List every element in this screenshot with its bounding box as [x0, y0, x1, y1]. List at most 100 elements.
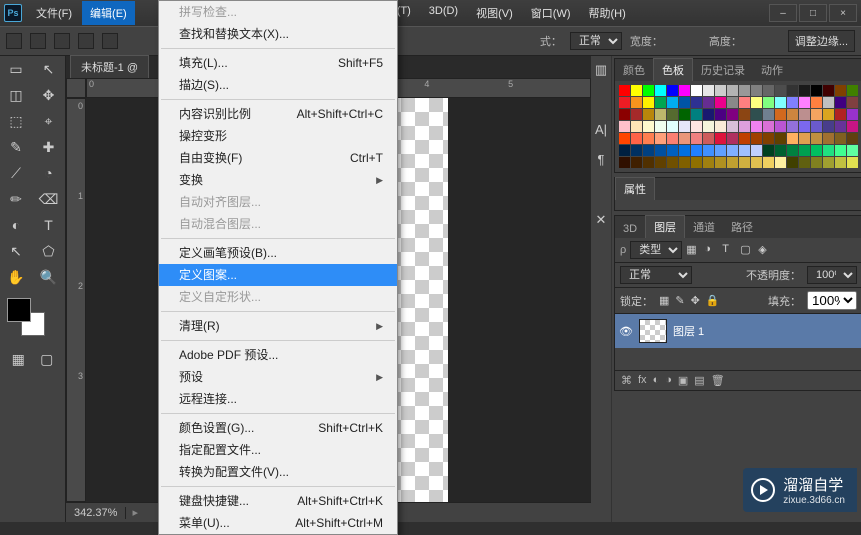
lock-move-icon[interactable]: ✥ [691, 294, 700, 307]
swatch[interactable] [799, 145, 810, 156]
swatch[interactable] [727, 109, 738, 120]
swatch[interactable] [835, 85, 846, 96]
swatch[interactable] [667, 109, 678, 120]
swatch[interactable] [715, 157, 726, 168]
swatch[interactable] [847, 145, 858, 156]
fx-icon[interactable]: fx [638, 374, 647, 387]
swatch[interactable] [787, 145, 798, 156]
swatch[interactable] [775, 133, 786, 144]
new-layer-icon[interactable]: ▤ [694, 374, 704, 387]
swatch[interactable] [715, 85, 726, 96]
swatch[interactable] [643, 97, 654, 108]
fill-value[interactable]: 100% [807, 291, 857, 310]
blend-mode-select[interactable]: 正常 [620, 266, 692, 284]
swatch[interactable] [835, 97, 846, 108]
color-swatches[interactable] [3, 294, 63, 338]
opt-icon-2[interactable] [54, 33, 70, 49]
strip-icon-1[interactable]: ▥ [591, 62, 611, 82]
swatch[interactable] [667, 97, 678, 108]
swatch[interactable] [847, 109, 858, 120]
swatch[interactable] [715, 121, 726, 132]
swatch[interactable] [643, 109, 654, 120]
swatch[interactable] [763, 97, 774, 108]
filter-kind-select[interactable]: 类型 [630, 241, 682, 259]
swatch[interactable] [631, 97, 642, 108]
tab-swatches[interactable]: 色板 [653, 58, 693, 81]
opt-icon-4[interactable] [102, 33, 118, 49]
opt-icon-1[interactable] [30, 33, 46, 49]
swatch[interactable] [727, 133, 738, 144]
menu-item[interactable]: 预设 [159, 366, 397, 388]
swatch[interactable] [799, 133, 810, 144]
swatch[interactable] [811, 157, 822, 168]
swatch[interactable] [715, 133, 726, 144]
menu-item[interactable]: 自由变换(F)Ctrl+T [159, 147, 397, 169]
tool-5[interactable]: ⌖ [33, 108, 65, 134]
swatch[interactable] [763, 133, 774, 144]
swatch[interactable] [655, 157, 666, 168]
character-icon[interactable]: A| [591, 122, 611, 142]
swatch[interactable] [739, 145, 750, 156]
swatch[interactable] [763, 157, 774, 168]
tool-11[interactable]: ⌫ [33, 186, 65, 212]
swatch[interactable] [631, 145, 642, 156]
swatch[interactable] [799, 121, 810, 132]
swatch[interactable] [631, 133, 642, 144]
swatch[interactable] [775, 145, 786, 156]
swatch[interactable] [655, 97, 666, 108]
swatch[interactable] [643, 85, 654, 96]
menu-item[interactable]: 定义画笔预设(B)... [159, 242, 397, 264]
swatch[interactable] [619, 133, 630, 144]
swatch-grid[interactable] [615, 81, 861, 172]
swatch[interactable] [787, 121, 798, 132]
tab-paths[interactable]: 路径 [723, 216, 761, 238]
visibility-icon[interactable]: 👁 [619, 325, 633, 338]
document-tab[interactable]: 未标题-1 @ [70, 55, 149, 78]
swatch[interactable] [631, 157, 642, 168]
swatch[interactable] [631, 109, 642, 120]
swatch[interactable] [823, 121, 834, 132]
swatch[interactable] [655, 109, 666, 120]
layer-row[interactable]: 👁 图层 1 [615, 314, 861, 348]
swatch[interactable] [679, 97, 690, 108]
swatch[interactable] [835, 157, 846, 168]
lock-all-icon[interactable]: 🔒 [706, 294, 720, 307]
swatch[interactable] [799, 85, 810, 96]
swatch[interactable] [823, 157, 834, 168]
tool-9[interactable]: ◔ [33, 160, 65, 186]
swatch[interactable] [847, 157, 858, 168]
swatch[interactable] [763, 109, 774, 120]
swatch[interactable] [667, 157, 678, 168]
filter-icon-2[interactable]: ◑ [704, 243, 718, 257]
tab-3d[interactable]: 3D [615, 220, 645, 238]
adjust-edge-button[interactable]: 调整边缘... [788, 30, 855, 52]
maximize-button[interactable]: □ [799, 4, 827, 22]
swatch[interactable] [835, 133, 846, 144]
tab-actions[interactable]: 动作 [753, 59, 791, 81]
swatch[interactable] [811, 145, 822, 156]
swatch[interactable] [703, 145, 714, 156]
mode-select[interactable]: 正常 [570, 32, 622, 50]
menu-item[interactable]: 定义图案... [159, 264, 397, 286]
swatch[interactable] [619, 85, 630, 96]
swatch[interactable] [739, 97, 750, 108]
swatch[interactable] [691, 157, 702, 168]
paragraph-icon[interactable]: ¶ [591, 152, 611, 172]
swatch[interactable] [619, 97, 630, 108]
swatch[interactable] [727, 85, 738, 96]
menu-item[interactable]: 描边(S)... [159, 74, 397, 96]
close-button[interactable]: × [829, 4, 857, 22]
swatch[interactable] [799, 97, 810, 108]
link-icon[interactable]: ⌘ [621, 374, 632, 387]
swatch[interactable] [787, 85, 798, 96]
tool-16[interactable]: ✋ [0, 264, 32, 290]
swatch[interactable] [751, 133, 762, 144]
swatch[interactable] [679, 109, 690, 120]
filter-icon-4[interactable]: ▢ [740, 243, 754, 257]
swatch[interactable] [715, 145, 726, 156]
menu-item[interactable]: 填充(L)...Shift+F5 [159, 52, 397, 74]
swatch[interactable] [679, 145, 690, 156]
swatch[interactable] [787, 97, 798, 108]
swatch[interactable] [775, 85, 786, 96]
swatch[interactable] [823, 85, 834, 96]
